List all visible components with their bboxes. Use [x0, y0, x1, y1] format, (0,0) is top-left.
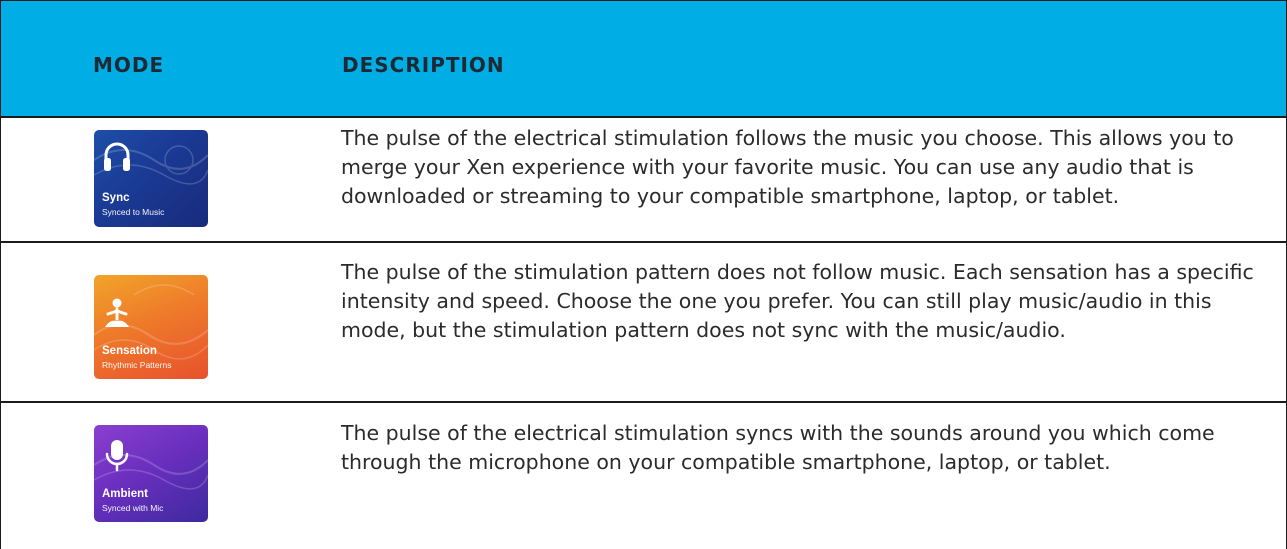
table-row: Sync Synced to Music The pulse of the el…: [0, 118, 1287, 243]
microphone-icon: [105, 440, 129, 472]
modes-table: MODE DESCRIPTION Sync Synced to Music Th…: [0, 0, 1287, 549]
sensation-tile-title: Sensation: [102, 345, 157, 357]
sensation-mode-tile: Sensation Rhythmic Patterns: [94, 275, 208, 379]
sync-tile-title: Sync: [102, 192, 130, 204]
table-header: MODE DESCRIPTION: [0, 0, 1287, 118]
meditation-person-icon: [105, 298, 129, 327]
ambient-description: The pulse of the electrical stimulation …: [341, 421, 1215, 474]
sync-mode-tile: Sync Synced to Music: [94, 130, 208, 227]
sensation-tile-subtitle: Rhythmic Patterns: [102, 360, 172, 370]
table-row: Ambient Synced with Mic The pulse of the…: [0, 403, 1287, 549]
ambient-tile-subtitle: Synced with Mic: [102, 503, 164, 513]
headphones-icon: [104, 142, 130, 171]
sensation-description: The pulse of the stimulation pattern doe…: [341, 260, 1254, 342]
ambient-mode-tile: Ambient Synced with Mic: [94, 425, 208, 522]
sync-description: The pulse of the electrical stimulation …: [341, 126, 1234, 208]
ambient-tile-title: Ambient: [102, 488, 148, 500]
description-column-header: DESCRIPTION: [342, 53, 505, 77]
sync-tile-subtitle: Synced to Music: [102, 207, 165, 217]
table-row: Sensation Rhythmic Patterns The pulse of…: [0, 243, 1287, 403]
mode-column-header: MODE: [93, 53, 165, 77]
